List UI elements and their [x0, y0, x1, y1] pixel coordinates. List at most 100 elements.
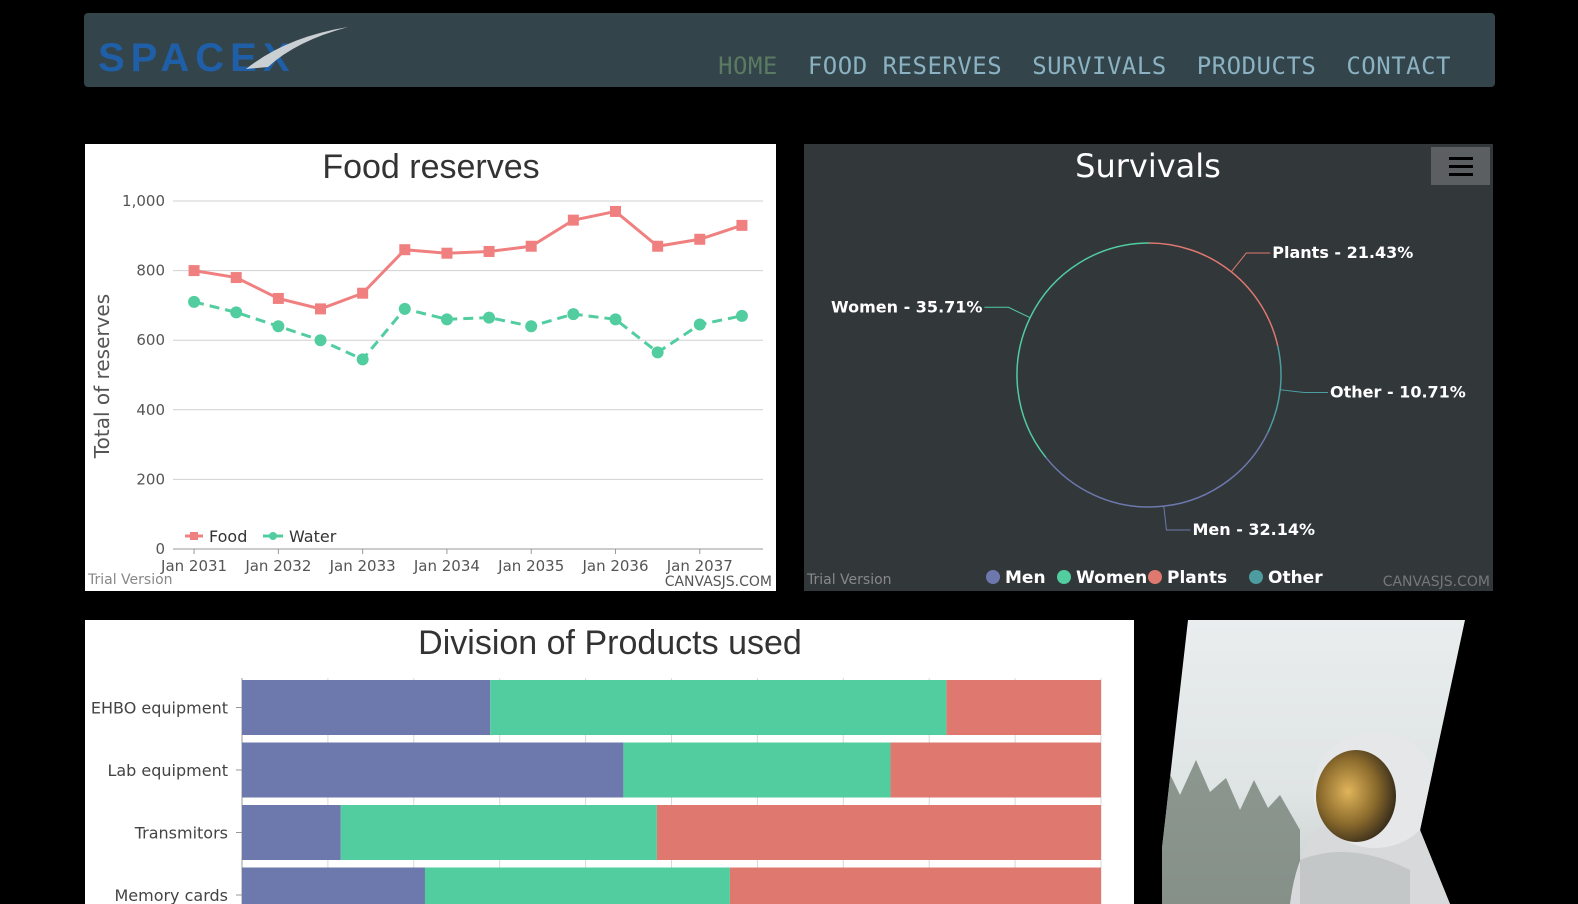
bar-segment[interactable] — [729, 867, 1101, 904]
data-point-food[interactable] — [694, 233, 706, 245]
data-point-food[interactable] — [483, 245, 495, 257]
products-category-label: Memory cards — [114, 886, 228, 904]
data-point-water[interactable] — [272, 320, 285, 333]
food-y-tick-label: 200 — [136, 470, 165, 488]
food-reserves-svg: Food reserves Total of reserves 0 200 400 6… — [87, 148, 772, 590]
food-y-tick-label: 800 — [136, 262, 165, 280]
nav-contact[interactable]: CONTACT — [1346, 51, 1451, 81]
data-point-water[interactable] — [735, 309, 748, 322]
products-chart: Division of Products used EHBO equipment… — [85, 620, 1134, 904]
bar-segment[interactable] — [242, 867, 425, 904]
data-point-water[interactable] — [440, 313, 453, 326]
pie-slice-women[interactable] — [1016, 242, 1150, 458]
legend-marker-other — [1249, 570, 1263, 584]
trial-version-watermark: Trial Version — [87, 572, 173, 588]
spacex-logo[interactable]: SPACEX — [96, 25, 356, 81]
legend-water-label: Water — [289, 527, 337, 546]
legend-food-marker — [190, 532, 198, 540]
food-legend[interactable]: Food Water — [185, 527, 337, 546]
pie-label-connector — [1280, 389, 1329, 393]
food-x-tick-label: Jan 2036 — [581, 557, 648, 575]
pie-label-women: Women - 35.71% — [831, 297, 982, 316]
food-x-tick-label: Jan 2037 — [666, 557, 733, 575]
data-point-water[interactable] — [693, 318, 706, 331]
products-plot-area: EHBO equipment Lab equipment Transmitors Me… — [91, 678, 1102, 904]
bar-segment[interactable] — [424, 867, 730, 904]
data-point-water[interactable] — [483, 311, 496, 324]
legend-food-label: Food — [209, 527, 247, 546]
data-point-food[interactable] — [525, 240, 537, 252]
canvasjs-credit[interactable]: CANVASJS.COM — [665, 574, 772, 590]
bar-segment[interactable] — [340, 805, 657, 860]
bar-segment[interactable] — [242, 680, 491, 735]
pie-slice-men[interactable] — [1045, 431, 1269, 508]
chart-menu-button[interactable] — [1431, 147, 1490, 185]
data-point-food[interactable] — [441, 247, 453, 259]
data-point-food[interactable] — [610, 205, 621, 217]
food-x-tick-label: Jan 2034 — [413, 557, 480, 575]
survivals-legend[interactable]: Men Women Plants Other — [986, 568, 1323, 588]
legend-label-men[interactable]: Men — [1005, 568, 1046, 588]
data-point-food[interactable] — [357, 287, 369, 299]
nav-survivals[interactable]: SURVIVALS — [1032, 51, 1167, 81]
data-point-food[interactable] — [272, 292, 284, 304]
food-y-tick-label: 1,000 — [122, 192, 165, 210]
legend-label-women[interactable]: Women — [1076, 568, 1147, 588]
food-y-tick-label: 600 — [136, 331, 165, 349]
food-y-tick-label: 0 — [155, 540, 165, 558]
nav-food-reserves[interactable]: FOOD RESERVES — [808, 51, 1002, 81]
pie-slice-plants[interactable] — [1148, 242, 1279, 346]
food-x-tick-label: Jan 2035 — [497, 557, 564, 575]
data-point-food[interactable] — [652, 240, 664, 252]
pie-label-men: Men - 32.14% — [1192, 520, 1315, 539]
bar-segment[interactable] — [623, 742, 891, 798]
data-point-water[interactable] — [356, 353, 369, 366]
data-point-food[interactable] — [567, 214, 579, 226]
data-point-water[interactable] — [398, 302, 411, 315]
bar-segment[interactable] — [656, 805, 1101, 860]
pie-label-connector — [1230, 252, 1271, 273]
data-point-food[interactable] — [736, 219, 748, 231]
food-y-axis-label: Total of reserves — [90, 294, 114, 459]
legend-label-plants[interactable]: Plants — [1167, 568, 1227, 588]
products-svg: Division of Products used EHBO equipment… — [91, 624, 1102, 904]
survivals-chart-title: Survivals — [1075, 147, 1221, 185]
hamburger-icon — [1449, 165, 1473, 168]
survivals-svg: Survivals Plants - 21.43% Other - 10.71% M… — [806, 147, 1490, 590]
legend-water-marker — [269, 532, 277, 540]
data-point-food[interactable] — [230, 272, 242, 284]
data-point-water[interactable] — [314, 334, 327, 347]
trial-version-watermark: Trial Version — [806, 572, 892, 588]
data-point-water[interactable] — [230, 306, 243, 319]
food-y-tick-label: 400 — [136, 401, 165, 419]
nav-products[interactable]: PRODUCTS — [1197, 51, 1317, 81]
navbar: SPACEX HOME FOOD RESERVES SURVIVALS PROD… — [84, 13, 1495, 87]
data-point-food[interactable] — [399, 244, 411, 256]
data-point-water[interactable] — [188, 295, 201, 308]
data-point-food[interactable] — [188, 265, 200, 277]
data-point-water[interactable] — [609, 313, 622, 326]
canvasjs-credit[interactable]: CANVASJS.COM — [1383, 574, 1490, 590]
legend-marker-women — [1057, 570, 1071, 584]
bar-segment[interactable] — [890, 742, 1101, 798]
data-point-water[interactable] — [651, 346, 664, 359]
bar-segment[interactable] — [490, 680, 947, 735]
pie-slice-other[interactable] — [1267, 345, 1282, 433]
main-nav: HOME FOOD RESERVES SURVIVALS PRODUCTS CO… — [718, 51, 1451, 81]
legend-label-other[interactable]: Other — [1268, 568, 1323, 588]
products-category-label: Lab equipment — [107, 761, 228, 780]
data-point-water[interactable] — [525, 320, 538, 333]
pie-label-other: Other - 10.71% — [1330, 382, 1466, 401]
bar-segment[interactable] — [946, 680, 1101, 735]
data-point-water[interactable] — [567, 308, 580, 321]
bar-segment[interactable] — [242, 805, 341, 860]
nav-home[interactable]: HOME — [718, 51, 778, 81]
food-x-tick-label: Jan 2032 — [244, 557, 311, 575]
pie-label-connector — [1163, 506, 1191, 531]
food-reserves-chart: Food reserves Total of reserves 0 200 400 6… — [85, 144, 776, 591]
hamburger-icon — [1449, 157, 1473, 160]
data-point-food[interactable] — [315, 303, 326, 315]
bar-segment[interactable] — [242, 742, 624, 798]
astronaut-image — [1162, 620, 1465, 904]
products-chart-title: Division of Products used — [418, 624, 802, 662]
